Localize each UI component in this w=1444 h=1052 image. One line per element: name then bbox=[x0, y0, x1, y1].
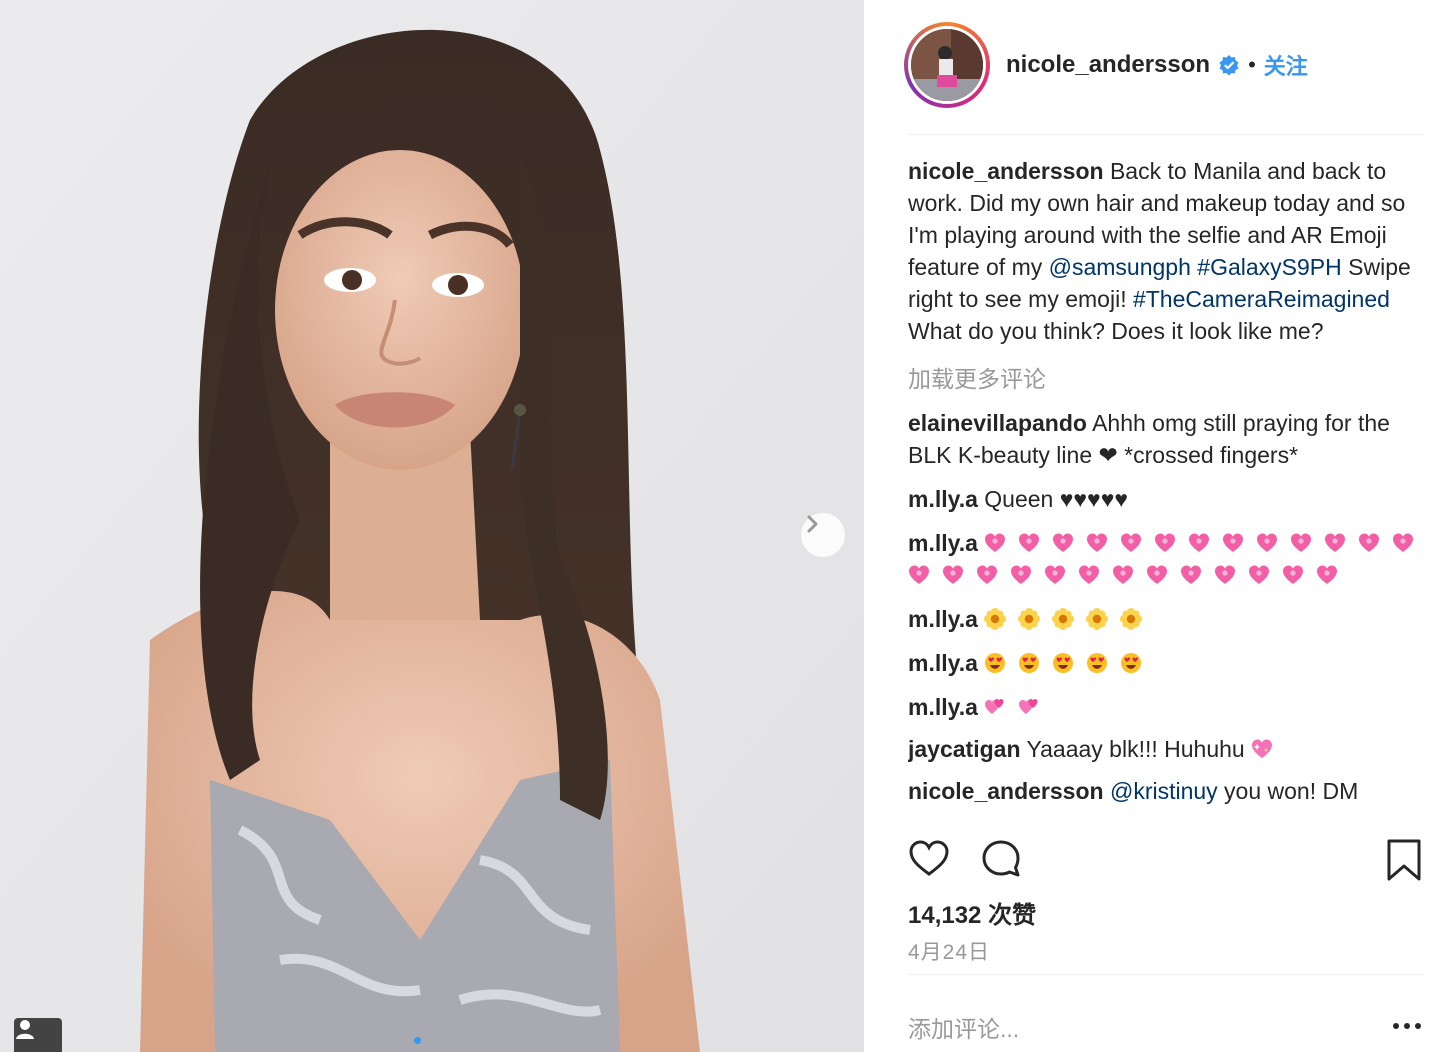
pink-heart-emoji-icon bbox=[1189, 533, 1210, 552]
pink-heart-emoji-icon bbox=[1113, 565, 1133, 584]
comment-item: elainevillapando Ahhh omg still praying … bbox=[908, 407, 1428, 471]
pink-heart-emoji-icon bbox=[1291, 533, 1312, 552]
comment-username[interactable]: m.lly.a bbox=[908, 694, 978, 720]
divider bbox=[908, 974, 1424, 975]
flower-emoji-icon bbox=[984, 608, 1007, 630]
comment-text: you won! DM bbox=[1217, 778, 1359, 804]
comment-item: nicole_andersson @kristinuy you won! DM bbox=[908, 775, 1428, 807]
pink-heart-emoji-icon bbox=[1019, 533, 1040, 552]
portrait-image bbox=[0, 0, 864, 1052]
verified-badge-icon bbox=[1219, 55, 1239, 76]
comment-item: m.lly.a bbox=[908, 647, 1428, 679]
heart-icon[interactable] bbox=[908, 838, 950, 880]
comment-mention[interactable]: @kristinuy bbox=[1110, 778, 1218, 804]
pink-heart-emoji-icon bbox=[1325, 533, 1346, 552]
load-more-comments-link[interactable]: 加载更多评论 bbox=[908, 363, 1428, 395]
pink-heart-emoji-icon bbox=[1053, 533, 1074, 552]
comment-username[interactable]: m.lly.a bbox=[908, 650, 978, 676]
heart-eyes-emoji-icon bbox=[1053, 653, 1074, 673]
post-date[interactable]: 4月24日 bbox=[908, 936, 990, 966]
pink-heart-emoji-icon bbox=[985, 533, 1006, 552]
carousel-dot bbox=[427, 1037, 434, 1044]
add-comment-input[interactable]: 添加评论... bbox=[908, 1010, 1019, 1044]
pink-heart-emoji-icon bbox=[1317, 565, 1337, 584]
heart-eyes-emoji-icon bbox=[1019, 653, 1040, 673]
pink-heart-emoji-icon bbox=[1257, 533, 1278, 552]
pink-heart-emoji-icon bbox=[1045, 565, 1065, 584]
pink-heart-emoji-icon bbox=[977, 565, 997, 584]
pink-heart-emoji-icon bbox=[1087, 533, 1108, 552]
comment-bubble-icon[interactable] bbox=[980, 838, 1022, 880]
comment-username[interactable]: m.lly.a bbox=[908, 486, 978, 512]
chevron-right-icon bbox=[807, 515, 818, 533]
flower-emoji-icon bbox=[1018, 608, 1041, 630]
caption-text: What do you think? Does it look like me? bbox=[908, 318, 1324, 344]
avatar-image bbox=[911, 29, 983, 101]
avatar[interactable] bbox=[908, 26, 986, 104]
comment-item: m.lly.a Queen ♥♥♥♥♥ bbox=[908, 483, 1428, 515]
heart-eyes-emoji-icon bbox=[1121, 653, 1142, 673]
pink-heart-emoji-icon bbox=[1121, 533, 1142, 552]
two-hearts-emoji-icon bbox=[985, 699, 1004, 714]
comment-text: Queen ♥♥♥♥♥ bbox=[977, 486, 1129, 512]
comment-item: m.lly.a bbox=[908, 691, 1428, 723]
follow-button[interactable]: 关注 bbox=[1264, 49, 1308, 81]
post-caption: nicole_andersson Back to Manila and back… bbox=[908, 155, 1428, 347]
comment-username[interactable]: nicole_andersson bbox=[908, 778, 1104, 804]
pink-heart-emoji-icon bbox=[1147, 565, 1167, 584]
carousel-dots bbox=[414, 1037, 434, 1044]
heart-eyes-emoji-icon bbox=[985, 653, 1006, 673]
heart-eyes-emoji-icon bbox=[1087, 653, 1108, 673]
flower-emoji-icon bbox=[1052, 608, 1075, 630]
comment-username[interactable]: m.lly.a bbox=[908, 606, 978, 632]
comment-text: Yaaaay blk!!! Huhuhu bbox=[1020, 736, 1252, 762]
comment-username[interactable]: elainevillapando bbox=[908, 410, 1087, 436]
comment-item: jaycatigan Yaaaay blk!!! Huhuhu bbox=[908, 733, 1428, 765]
next-slide-button[interactable] bbox=[801, 513, 845, 557]
caption-hashtag[interactable]: #GalaxyS9PH bbox=[1197, 254, 1341, 280]
post-header: nicole_andersson • 关注 bbox=[904, 22, 1424, 108]
divider bbox=[908, 134, 1424, 135]
caption-username[interactable]: nicole_andersson bbox=[908, 158, 1104, 184]
pink-heart-emoji-icon bbox=[1079, 565, 1099, 584]
pink-heart-emoji-icon bbox=[1155, 533, 1176, 552]
pink-heart-emoji-icon bbox=[1283, 565, 1303, 584]
comments-list[interactable]: nicole_andersson Back to Manila and back… bbox=[908, 150, 1428, 822]
tagged-people-button[interactable] bbox=[14, 1018, 62, 1052]
flower-emoji-icon bbox=[1120, 608, 1143, 630]
person-tag-icon bbox=[16, 1020, 34, 1039]
carousel-dot bbox=[414, 1037, 421, 1044]
more-dots-icon[interactable] bbox=[1392, 1022, 1422, 1030]
pink-heart-emoji-icon bbox=[943, 565, 963, 584]
like-count[interactable]: 14,132 次赞 bbox=[908, 895, 1036, 930]
pink-heart-emoji-icon bbox=[909, 565, 929, 584]
pink-heart-emoji-icon bbox=[1223, 533, 1244, 552]
post-actions bbox=[908, 838, 1428, 882]
comment-item: m.lly.a bbox=[908, 603, 1428, 635]
comment-item: m.lly.a bbox=[908, 527, 1428, 591]
caption-mention[interactable]: @samsungph bbox=[1049, 254, 1191, 280]
bookmark-icon[interactable] bbox=[1384, 838, 1424, 882]
flower-emoji-icon bbox=[1086, 608, 1109, 630]
pink-heart-emoji-icon bbox=[1393, 533, 1414, 552]
post-photo[interactable] bbox=[0, 0, 864, 1052]
comment-username[interactable]: jaycatigan bbox=[908, 736, 1021, 762]
caption-hashtag[interactable]: #TheCameraReimagined bbox=[1133, 286, 1390, 312]
pink-heart-emoji-icon bbox=[1249, 565, 1269, 584]
pink-heart-emoji-icon bbox=[1181, 565, 1201, 584]
header-separator: • bbox=[1248, 52, 1256, 77]
post-side-panel: nicole_andersson • 关注 nicole_andersson B… bbox=[864, 0, 1444, 1052]
avatar-story-ring[interactable] bbox=[904, 22, 990, 108]
pink-heart-emoji-icon bbox=[1215, 565, 1235, 584]
pink-heart-emoji-icon bbox=[1359, 533, 1380, 552]
two-hearts-emoji-icon bbox=[1019, 699, 1038, 714]
post-username[interactable]: nicole_andersson bbox=[1006, 51, 1210, 79]
comment-username[interactable]: m.lly.a bbox=[908, 530, 978, 556]
sparkle-heart-emoji-icon bbox=[1252, 739, 1273, 758]
pink-heart-emoji-icon bbox=[1011, 565, 1031, 584]
